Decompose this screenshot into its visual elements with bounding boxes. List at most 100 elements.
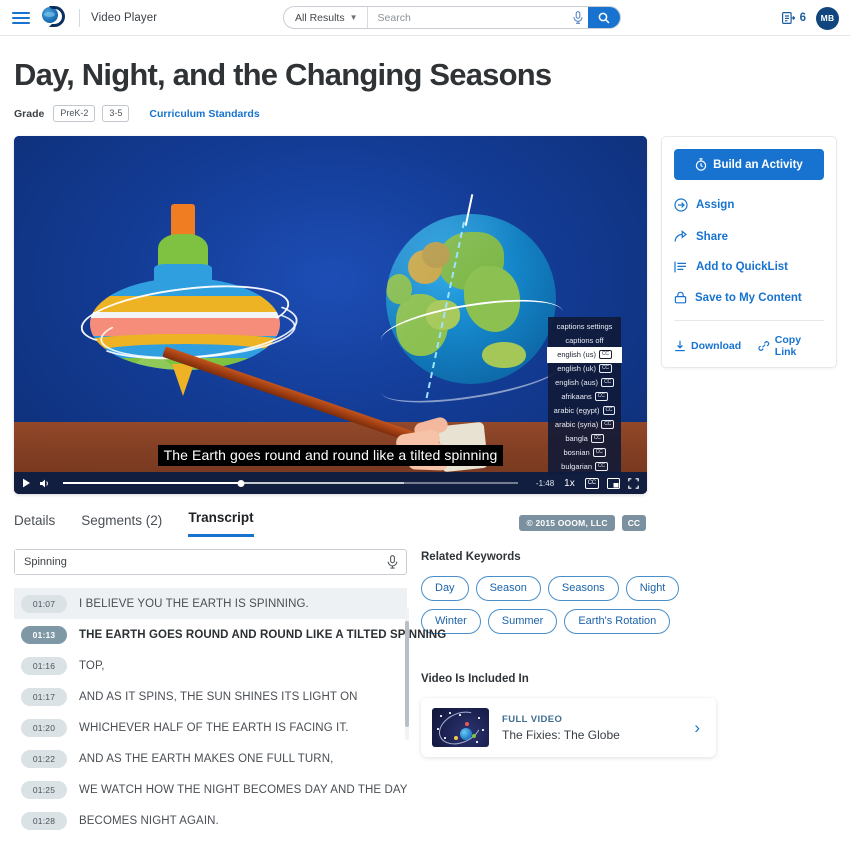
share-action[interactable]: Share bbox=[674, 230, 824, 243]
download-action[interactable]: Download bbox=[674, 334, 741, 358]
transcript-text: WE WATCH HOW THE NIGHT BECOMES DAY AND T… bbox=[79, 783, 408, 796]
cc-icon: CC bbox=[601, 378, 614, 388]
content-row: 01:07 I BELIEVE YOU THE EARTH IS SPINNIN… bbox=[0, 537, 850, 836]
play-icon[interactable] bbox=[22, 478, 31, 488]
copy-link-action[interactable]: Copy Link bbox=[758, 334, 824, 358]
transcript-search-bar bbox=[14, 549, 407, 576]
cc-toggle-icon[interactable]: CC bbox=[584, 477, 599, 489]
video-thumbnail bbox=[432, 708, 489, 748]
captions-option-label: afrikaans bbox=[561, 392, 592, 402]
captions-option-afrikaans[interactable]: afrikaans CC bbox=[548, 390, 621, 404]
transcript-text: AND AS THE EARTH MAKES ONE FULL TURN, bbox=[79, 752, 334, 765]
transcript-row[interactable]: 01:20 WHICHEVER HALF OF THE EARTH IS FAC… bbox=[14, 712, 407, 743]
transcript-search-input[interactable] bbox=[15, 550, 387, 575]
captions-option-english-uk[interactable]: english (uk) CC bbox=[548, 362, 621, 376]
transcript-row[interactable]: 01:16 TOP, bbox=[14, 650, 407, 681]
keyword-chip-season[interactable]: Season bbox=[475, 576, 541, 602]
search-input[interactable] bbox=[367, 7, 568, 28]
transcript-row[interactable]: 01:13 THE EARTH GOES ROUND AND ROUND LIK… bbox=[14, 619, 446, 650]
curriculum-standards-link[interactable]: Curriculum Standards bbox=[149, 108, 259, 120]
keyword-chip-night[interactable]: Night bbox=[625, 576, 680, 602]
related-keywords-title: Related Keywords bbox=[421, 551, 521, 564]
captions-option-english-aus[interactable]: english (aus) CC bbox=[548, 376, 621, 390]
included-video-card[interactable]: FULL VIDEO The Fixies: The Globe › bbox=[421, 698, 716, 758]
hamburger-menu-icon[interactable] bbox=[12, 9, 30, 27]
search-scope-label: All Results bbox=[295, 11, 345, 24]
main-row: captions settings captions off english (… bbox=[0, 122, 850, 495]
transcript-timestamp[interactable]: 01:28 bbox=[21, 811, 67, 830]
download-icon bbox=[675, 340, 685, 352]
discovery-education-logo-icon[interactable] bbox=[42, 5, 66, 30]
transcript-timestamp[interactable]: 01:13 bbox=[21, 625, 67, 644]
microphone-icon[interactable] bbox=[387, 555, 406, 569]
quicklist-button[interactable]: 6 bbox=[781, 12, 806, 24]
tab-transcript[interactable]: Transcript bbox=[188, 510, 254, 538]
video-badges: © 2015 OOOM, LLC CC bbox=[519, 515, 646, 532]
save-to-my-content-action[interactable]: Save to My Content bbox=[674, 291, 824, 304]
grade-row: Grade PreK-2 3-5 Curriculum Standards bbox=[14, 105, 850, 123]
keyword-chip-earths-rotation[interactable]: Earth's Rotation bbox=[564, 609, 671, 635]
video-controls-bar: -1:48 1x CC bbox=[14, 472, 647, 495]
captions-option-label: english (us) bbox=[557, 350, 596, 360]
keyword-chip-seasons[interactable]: Seasons bbox=[547, 576, 619, 602]
playback-speed-button[interactable]: 1x bbox=[562, 478, 577, 489]
captions-option-arabic-syria[interactable]: arabic (syria) CC bbox=[548, 418, 621, 432]
transcript-row[interactable]: 01:17 AND AS IT SPINS, THE SUN SHINES IT… bbox=[14, 681, 407, 712]
transcript-text: I BELIEVE YOU THE EARTH IS SPINNING. bbox=[79, 597, 309, 610]
tab-segments[interactable]: Segments (2) bbox=[81, 513, 162, 537]
progress-slider[interactable] bbox=[63, 477, 519, 489]
video-player[interactable]: captions settings captions off english (… bbox=[14, 136, 647, 495]
fullscreen-icon[interactable] bbox=[628, 477, 639, 489]
search-submit-button[interactable] bbox=[588, 7, 620, 28]
captions-menu-header: captions settings bbox=[556, 321, 613, 331]
search-scope-dropdown[interactable]: All Results ▼ bbox=[284, 7, 367, 28]
app-title: Video Player bbox=[91, 11, 158, 24]
add-to-quicklist-action[interactable]: Add to QuickList bbox=[674, 261, 824, 273]
volume-icon[interactable] bbox=[39, 478, 51, 489]
captions-option-bangla[interactable]: bangla CC bbox=[548, 432, 621, 446]
grade-chip-prek2[interactable]: PreK-2 bbox=[53, 105, 96, 123]
assign-action[interactable]: Assign bbox=[674, 198, 824, 212]
included-video-text: FULL VIDEO The Fixies: The Globe bbox=[502, 714, 681, 742]
microphone-icon[interactable] bbox=[568, 11, 588, 24]
user-avatar[interactable]: MB bbox=[816, 6, 839, 30]
tab-details[interactable]: Details bbox=[14, 513, 55, 537]
transcript-row[interactable]: 01:22 AND AS THE EARTH MAKES ONE FULL TU… bbox=[14, 743, 407, 774]
transcript-timestamp[interactable]: 01:07 bbox=[21, 594, 67, 613]
video-included-in-title: Video Is Included In bbox=[421, 673, 529, 686]
copy-link-label: Copy Link bbox=[774, 334, 802, 359]
captions-option-label: bangla bbox=[565, 434, 588, 444]
captions-option-arabic-egypt[interactable]: arabic (egypt) CC bbox=[548, 404, 621, 418]
quicklist-icon bbox=[781, 12, 795, 24]
keyword-chip-day[interactable]: Day bbox=[421, 576, 469, 602]
transcript-timestamp[interactable]: 01:22 bbox=[21, 749, 67, 768]
cc-icon: CC bbox=[602, 406, 616, 416]
captions-option-label: arabic (egypt) bbox=[553, 406, 600, 416]
transcript-text: BECOMES NIGHT AGAIN. bbox=[79, 814, 219, 827]
transcript-timestamp[interactable]: 01:20 bbox=[21, 718, 67, 737]
grade-chip-35[interactable]: 3-5 bbox=[102, 105, 130, 123]
build-an-activity-label: Build an Activity bbox=[713, 158, 803, 171]
transcript-row[interactable]: 01:07 I BELIEVE YOU THE EARTH IS SPINNIN… bbox=[14, 588, 407, 620]
transcript-text: AND AS IT SPINS, THE SUN SHINES ITS LIGH… bbox=[79, 690, 358, 703]
cc-icon: CC bbox=[590, 434, 604, 444]
transcript-timestamp[interactable]: 01:16 bbox=[21, 656, 67, 675]
chevron-right-icon[interactable]: › bbox=[694, 718, 704, 738]
global-search-bar: All Results ▼ bbox=[283, 6, 621, 29]
captions-option-english-us[interactable]: english (us) CC bbox=[547, 346, 622, 363]
build-an-activity-button[interactable]: Build an Activity bbox=[674, 149, 824, 181]
time-remaining: -1:48 bbox=[535, 478, 555, 488]
transcript-timestamp[interactable]: 01:17 bbox=[21, 687, 67, 706]
transcript-scrollbar-thumb[interactable] bbox=[405, 621, 409, 728]
keyword-chip-summer[interactable]: Summer bbox=[487, 609, 558, 635]
chevron-down-icon: ▼ bbox=[349, 13, 358, 22]
picture-in-picture-icon[interactable] bbox=[607, 477, 620, 489]
transcript-panel: 01:07 I BELIEVE YOU THE EARTH IS SPINNIN… bbox=[14, 537, 446, 836]
transcript-row[interactable]: 01:28 BECOMES NIGHT AGAIN. bbox=[14, 805, 407, 836]
action-divider bbox=[674, 320, 824, 322]
transcript-row[interactable]: 01:25 WE WATCH HOW THE NIGHT BECOMES DAY… bbox=[14, 774, 407, 805]
transcript-list[interactable]: 01:07 I BELIEVE YOU THE EARTH IS SPINNIN… bbox=[14, 588, 446, 836]
transcript-timestamp[interactable]: 01:25 bbox=[21, 780, 67, 799]
transcript-text: WHICHEVER HALF OF THE EARTH IS FACING IT… bbox=[79, 721, 349, 734]
captions-option-off[interactable]: captions off bbox=[548, 334, 621, 348]
